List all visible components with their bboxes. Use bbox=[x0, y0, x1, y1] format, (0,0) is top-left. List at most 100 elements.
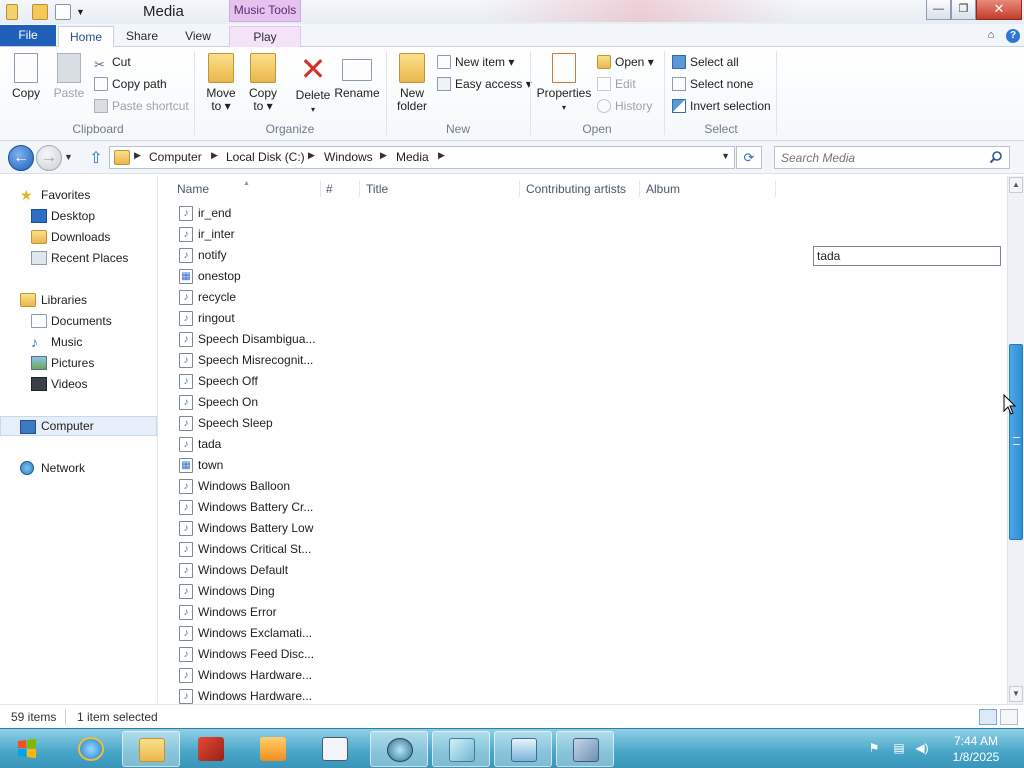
taskbar-clock[interactable]: 7:44 AM 1/8/2025 bbox=[946, 733, 1006, 765]
invert-selection-button[interactable]: Invert selection bbox=[672, 97, 771, 115]
details-view-icon[interactable] bbox=[979, 709, 997, 725]
breadcrumb-arrow-icon[interactable]: ▶ bbox=[308, 150, 315, 161]
tab-view[interactable]: View bbox=[172, 26, 224, 47]
close-button[interactable]: ✕ bbox=[976, 0, 1022, 20]
start-button[interactable] bbox=[4, 732, 50, 766]
nav-downloads[interactable]: Downloads bbox=[0, 227, 157, 247]
nav-documents[interactable]: Documents bbox=[0, 311, 157, 331]
scroll-down-icon[interactable]: ▼ bbox=[1009, 686, 1023, 702]
easy-access-button[interactable]: Easy access ▾ bbox=[437, 75, 532, 93]
tab-share[interactable]: Share bbox=[116, 26, 168, 47]
folder-icon[interactable] bbox=[32, 4, 48, 20]
taskbar-app-control-panel[interactable] bbox=[494, 731, 552, 767]
paste-button[interactable]: Paste bbox=[50, 51, 88, 100]
copy-button[interactable]: Copy bbox=[6, 51, 46, 100]
column-divider[interactable] bbox=[359, 181, 360, 197]
properties-button[interactable]: Properties ▾ bbox=[536, 51, 592, 114]
back-arrow-icon[interactable]: ← bbox=[8, 145, 34, 171]
search-input[interactable] bbox=[781, 148, 981, 168]
breadcrumb-computer[interactable]: Computer bbox=[149, 150, 202, 164]
search-box[interactable] bbox=[774, 146, 1010, 169]
column-header-name[interactable]: ▲ Name bbox=[177, 179, 250, 199]
search-icon[interactable] bbox=[989, 150, 1003, 164]
recent-locations-dropdown-icon[interactable]: ▼ bbox=[64, 152, 73, 162]
nav-network[interactable]: Network bbox=[0, 458, 157, 478]
open-button[interactable]: Open ▾ bbox=[597, 53, 654, 71]
new-folder-button[interactable]: New folder bbox=[392, 51, 432, 113]
breadcrumb-arrow-icon[interactable]: ▶ bbox=[211, 150, 218, 161]
taskbar-media-player[interactable] bbox=[244, 731, 302, 767]
properties-icon[interactable] bbox=[55, 4, 71, 20]
history-button[interactable]: History bbox=[597, 97, 652, 115]
large-icons-view-icon[interactable] bbox=[1000, 709, 1018, 725]
address-dropdown-icon[interactable]: ▼ bbox=[721, 151, 730, 161]
help-icon[interactable]: ? bbox=[1006, 29, 1020, 43]
nav-music[interactable]: ♪ Music bbox=[0, 332, 157, 352]
edit-button[interactable]: Edit bbox=[597, 75, 636, 93]
breadcrumb-arrow-icon[interactable]: ▶ bbox=[438, 150, 445, 161]
breadcrumb-media[interactable]: Media bbox=[396, 150, 429, 164]
tab-file[interactable]: File bbox=[0, 25, 56, 46]
tab-play[interactable]: Play bbox=[229, 26, 301, 47]
cut-button[interactable]: ✂ Cut bbox=[94, 53, 131, 72]
folder-icon[interactable] bbox=[6, 4, 18, 20]
taskbar-app-window[interactable] bbox=[306, 731, 364, 767]
globe-app-icon bbox=[387, 738, 413, 762]
file-name: Speech On bbox=[198, 395, 259, 409]
minimize-button[interactable]: — bbox=[926, 0, 951, 20]
copy-to-button[interactable]: Copy to ▾ bbox=[244, 51, 282, 113]
breadcrumb-arrow-icon[interactable]: ▶ bbox=[134, 150, 141, 161]
address-bar[interactable]: ▶ Computer ▶ Local Disk (C:) ▶ Windows ▶… bbox=[109, 146, 735, 169]
nav-favorites[interactable]: ★ Favorites bbox=[0, 185, 157, 205]
copy-path-button[interactable]: Copy path bbox=[94, 75, 167, 93]
recent-places-icon bbox=[31, 251, 47, 265]
select-all-button[interactable]: Select all bbox=[672, 53, 739, 71]
new-item-button[interactable]: New item ▾ bbox=[437, 53, 514, 71]
delete-button[interactable]: ✕ Delete ▾ bbox=[292, 51, 334, 116]
breadcrumb-arrow-icon[interactable]: ▶ bbox=[380, 150, 387, 161]
column-divider[interactable] bbox=[639, 181, 640, 197]
internet-explorer-icon bbox=[78, 737, 104, 761]
vertical-scrollbar[interactable]: ▲ ▼ bbox=[1007, 176, 1024, 704]
breadcrumb-local-disk[interactable]: Local Disk (C:) bbox=[226, 150, 305, 164]
forward-arrow-icon[interactable]: → bbox=[36, 145, 62, 171]
tab-home[interactable]: Home bbox=[58, 26, 114, 47]
taskbar-internet-explorer[interactable] bbox=[62, 731, 120, 767]
scroll-up-icon[interactable]: ▲ bbox=[1009, 177, 1023, 193]
select-none-button[interactable]: Select none bbox=[672, 75, 753, 93]
rename-input[interactable]: tada bbox=[813, 246, 1001, 266]
quick-access-dropdown-icon[interactable]: ▼ bbox=[76, 7, 85, 25]
column-divider[interactable] bbox=[519, 181, 520, 197]
column-divider[interactable] bbox=[775, 181, 776, 197]
scrollbar-thumb[interactable] bbox=[1009, 344, 1023, 540]
nav-computer[interactable]: Computer bbox=[0, 416, 157, 436]
taskbar-app-notes[interactable] bbox=[432, 731, 490, 767]
column-header-number[interactable]: # bbox=[326, 179, 333, 199]
taskbar-app-media-center[interactable] bbox=[556, 731, 614, 767]
network-tray-icon[interactable]: ▤ bbox=[892, 741, 906, 755]
nav-videos[interactable]: Videos bbox=[0, 374, 157, 394]
nav-libraries[interactable]: Libraries bbox=[0, 290, 157, 310]
paste-shortcut-button[interactable]: Paste shortcut bbox=[94, 97, 189, 115]
open-group-label: Open bbox=[582, 122, 612, 136]
move-to-button[interactable]: Move to ▾ bbox=[202, 51, 240, 113]
refresh-icon[interactable]: ⟳ bbox=[736, 146, 762, 169]
nav-pictures[interactable]: Pictures bbox=[0, 353, 157, 373]
column-header-album[interactable]: Album bbox=[646, 179, 680, 199]
minimize-ribbon-icon[interactable]: ⌂ bbox=[984, 29, 998, 43]
taskbar-app-globe[interactable] bbox=[370, 731, 428, 767]
action-center-flag-icon[interactable]: ⚑ bbox=[867, 741, 881, 755]
taskbar-file-explorer[interactable] bbox=[122, 731, 180, 767]
file-name: Speech Disambigua... bbox=[198, 332, 316, 346]
nav-desktop[interactable]: Desktop bbox=[0, 206, 157, 226]
breadcrumb-windows[interactable]: Windows bbox=[324, 150, 373, 164]
taskbar-app-red[interactable] bbox=[182, 731, 240, 767]
maximize-button[interactable]: ❐ bbox=[951, 0, 976, 20]
column-header-contributing-artists[interactable]: Contributing artists bbox=[526, 179, 626, 199]
nav-recent-places[interactable]: Recent Places bbox=[0, 248, 157, 268]
volume-icon[interactable]: ◀) bbox=[915, 741, 929, 755]
column-divider[interactable] bbox=[320, 181, 321, 197]
column-header-title[interactable]: Title bbox=[366, 179, 388, 199]
rename-button[interactable]: Rename bbox=[334, 51, 380, 100]
up-arrow-icon[interactable]: ⇧ bbox=[87, 148, 105, 168]
